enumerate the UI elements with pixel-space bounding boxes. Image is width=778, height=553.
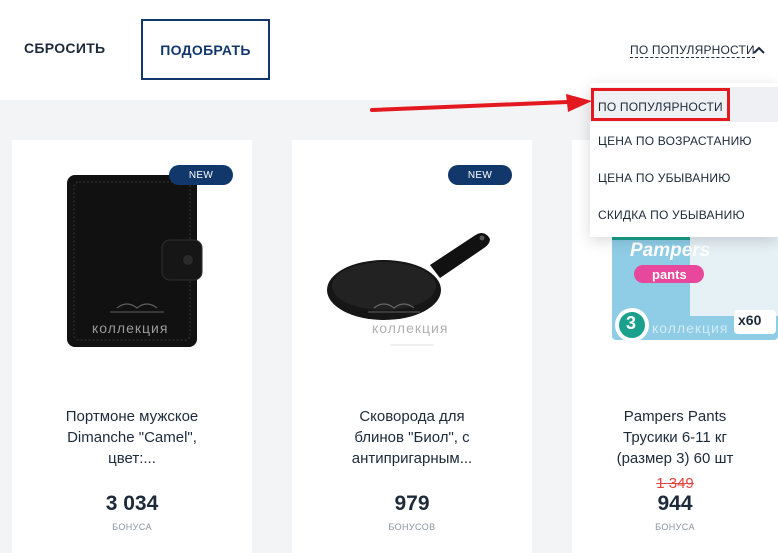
product-price: 944 [657, 492, 693, 515]
brand-subtitle-text: pants [652, 267, 687, 282]
reset-button[interactable]: СБРОСИТЬ [24, 40, 105, 56]
product-name[interactable]: Pampers Pants Трусики 6-11 кг (размер 3)… [572, 406, 778, 469]
watermark-text: коллекция [652, 320, 729, 336]
watermark-text: коллекция [92, 320, 169, 336]
product-name[interactable]: Сковорода для блинов "Биол", с антиприга… [302, 406, 522, 469]
product-price: 979 [394, 492, 430, 515]
product-card[interactable]: коллекция NEW Портмоне мужское Dimanche … [12, 140, 252, 553]
sort-dropdown-toggle[interactable]: ПО ПОПУЛЯРНОСТИ [630, 43, 755, 58]
product-name[interactable]: Портмоне мужское Dimanche "Camel", цвет:… [22, 406, 242, 469]
price-unit: БОНУСА [655, 522, 695, 532]
product-card[interactable]: коллекция NEW Сковорода для блинов "Биол… [292, 140, 532, 553]
sort-option-discount-desc[interactable]: СКИДКА ПО УБЫВАНИЮ [598, 208, 745, 222]
product-price: 3 034 [105, 492, 159, 515]
size-label: 3 [626, 313, 637, 333]
watermark-text: коллекция [372, 320, 449, 336]
sort-option-price-asc[interactable]: ЦЕНА ПО ВОЗРАСТАНИЮ [598, 134, 752, 148]
brand-logo-text: Pampers [630, 240, 711, 261]
new-badge: NEW [169, 165, 233, 185]
price-unit: БОНУСОВ [388, 522, 436, 532]
new-badge: NEW [448, 165, 512, 185]
price-unit: БОНУСА [112, 522, 152, 532]
count-label: x60 [738, 312, 762, 328]
red-arrow-icon [370, 94, 592, 112]
chevron-up-icon[interactable] [752, 44, 766, 56]
sort-option-price-desc[interactable]: ЦЕНА ПО УБЫВАНИЮ [598, 171, 731, 185]
annotation-highlight-box [591, 88, 730, 121]
apply-filter-button[interactable]: ПОДОБРАТЬ [141, 19, 270, 80]
old-price: 1 349 [656, 475, 694, 492]
